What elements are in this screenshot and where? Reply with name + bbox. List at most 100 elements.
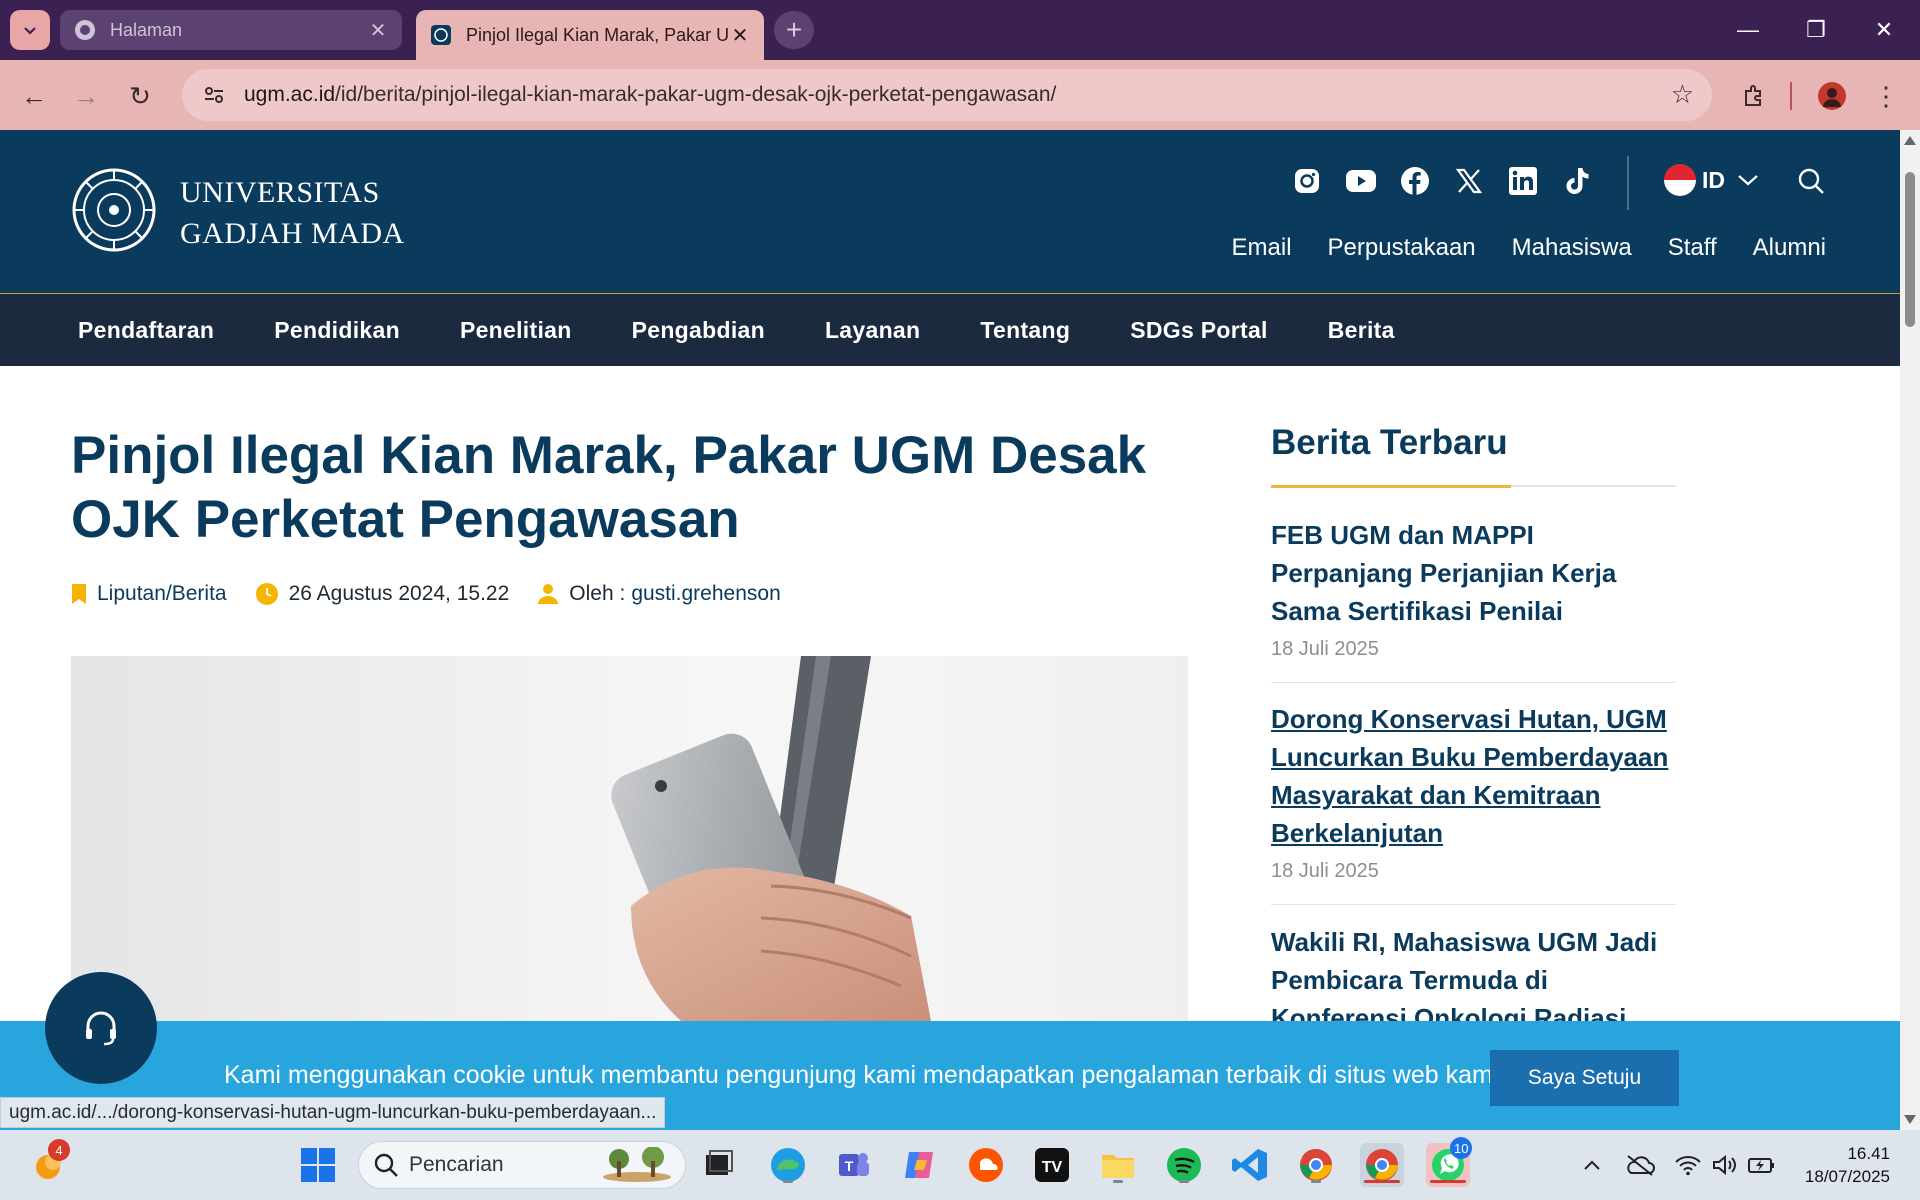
sidebar-title-rule	[1271, 485, 1676, 488]
windows-start-icon[interactable]	[296, 1143, 340, 1187]
teams-icon[interactable]: T	[832, 1143, 876, 1187]
spotify-icon[interactable]	[1162, 1143, 1206, 1187]
chevron-down-icon	[1738, 175, 1758, 186]
scroll-up-arrow-icon[interactable]	[1904, 136, 1916, 145]
extensions-icon[interactable]	[1734, 76, 1774, 116]
article-category[interactable]: Liputan/Berita	[71, 582, 227, 606]
tab-title: Halaman	[110, 19, 183, 40]
close-icon[interactable]: ✕	[368, 18, 388, 43]
author-link[interactable]: gusti.grehenson	[631, 582, 780, 606]
clock-date: 18/07/2025	[1804, 1167, 1890, 1186]
nav-sdgs-portal[interactable]: SDGs Portal	[1130, 317, 1268, 344]
youtube-icon[interactable]	[1344, 164, 1378, 198]
nav-layanan[interactable]: Layanan	[825, 317, 920, 344]
bookmark-star-icon[interactable]: ☆	[1671, 79, 1694, 110]
quicklink-mahasiswa[interactable]: Mahasiswa	[1512, 234, 1632, 262]
news-date: 18 Juli 2025	[1271, 860, 1379, 882]
nav-berita[interactable]: Berita	[1328, 317, 1395, 344]
quicklink-perpustakaan[interactable]: Perpustakaan	[1328, 234, 1476, 262]
tiktok-icon[interactable]	[1560, 164, 1594, 198]
cookie-accept-button[interactable]: Saya Setuju	[1490, 1050, 1679, 1106]
svg-text:TV: TV	[1042, 1159, 1063, 1176]
header-divider	[1627, 156, 1629, 210]
nav-penelitian[interactable]: Penelitian	[460, 317, 572, 344]
reload-button[interactable]: ↻	[120, 76, 160, 116]
quicklink-email[interactable]: Email	[1232, 234, 1292, 262]
instagram-icon[interactable]	[1290, 164, 1324, 198]
x-icon[interactable]	[1452, 164, 1486, 198]
system-clock[interactable]: 16.41 18/07/2025	[1805, 1142, 1890, 1188]
file-explorer-icon[interactable]	[1096, 1143, 1140, 1187]
tab-search-button[interactable]	[10, 10, 50, 50]
minimize-button[interactable]: —	[1720, 10, 1776, 50]
new-tab-button[interactable]: +	[774, 11, 814, 49]
article-date: 26 Agustus 2024, 15.22	[255, 582, 509, 606]
ugm-favicon-icon	[431, 25, 451, 45]
chrome-active-icon[interactable]	[1360, 1143, 1404, 1187]
vscode-icon[interactable]	[1228, 1143, 1272, 1187]
nav-tentang[interactable]: Tentang	[980, 317, 1070, 344]
scroll-thumb[interactable]	[1905, 172, 1915, 327]
whatsapp-icon[interactable]: 10	[1426, 1137, 1473, 1187]
hand-holding-phone-image	[71, 656, 1188, 1021]
tab-halaman[interactable]: Halaman ✕	[60, 10, 402, 50]
browser-toolbar: ← → ↻ ugm.ac.id/id/berita/pinjol-ilegal-…	[0, 60, 1920, 130]
news-divider	[1271, 682, 1676, 683]
tradingview-icon[interactable]: TV	[1030, 1143, 1074, 1187]
logo-line-2: GADJAH MADA	[180, 217, 405, 250]
page-scrollbar[interactable]	[1900, 130, 1920, 1130]
back-button[interactable]: ←	[14, 76, 54, 116]
taskbar-search[interactable]: Pencarian	[358, 1141, 686, 1189]
chevron-down-icon	[24, 27, 36, 35]
site-logo-text[interactable]: UNIVERSITAS GADJAH MADA	[180, 172, 405, 254]
support-chat-button[interactable]	[45, 972, 157, 1084]
quicklink-staff[interactable]: Staff	[1668, 234, 1717, 262]
site-header: UNIVERSITAS GADJAH MADA ID Email Perpust…	[0, 130, 1900, 293]
news-title[interactable]: Wakili RI, Mahasiswa UGM Jadi Pembicara …	[1271, 923, 1676, 1037]
news-title[interactable]: FEB UGM dan MAPPI Perpanjang Perjanjian …	[1271, 516, 1676, 630]
soundcloud-icon[interactable]	[964, 1143, 1008, 1187]
news-title[interactable]: Dorong Konservasi Hutan, UGM Luncurkan B…	[1271, 700, 1676, 852]
list-item[interactable]: Dorong Konservasi Hutan, UGM Luncurkan B…	[1271, 700, 1676, 883]
list-item[interactable]: Wakili RI, Mahasiswa UGM Jadi Pembicara …	[1271, 923, 1676, 1037]
news-divider	[1271, 904, 1676, 905]
facebook-icon[interactable]	[1398, 164, 1432, 198]
nav-pengabdian[interactable]: Pengabdian	[632, 317, 765, 344]
ugm-emblem-icon[interactable]	[70, 166, 158, 254]
article-author: Oleh : gusti.grehenson	[537, 582, 781, 606]
edge-icon[interactable]	[766, 1143, 810, 1187]
tab-title: Pinjol Ilegal Kian Marak, Pakar UGM Desa…	[466, 24, 730, 45]
battery-charging-icon[interactable]	[1740, 1143, 1784, 1187]
main-navigation: Pendaftaran Pendidikan Penelitian Pengab…	[0, 293, 1900, 366]
linkedin-icon[interactable]	[1506, 164, 1540, 198]
list-item[interactable]: FEB UGM dan MAPPI Perpanjang Perjanjian …	[1271, 516, 1676, 661]
weather-icon[interactable]: 4	[28, 1139, 72, 1187]
quicklink-alumni[interactable]: Alumni	[1753, 234, 1826, 262]
nav-pendaftaran[interactable]: Pendaftaran	[78, 317, 214, 344]
onedrive-offline-icon[interactable]	[1618, 1143, 1662, 1187]
show-hidden-icons-chevron-icon[interactable]	[1570, 1143, 1614, 1187]
restore-button[interactable]: ❐	[1788, 10, 1844, 50]
site-info-icon[interactable]	[194, 83, 234, 107]
address-bar[interactable]: ugm.ac.id/id/berita/pinjol-ilegal-kian-m…	[182, 69, 1712, 121]
search-icon[interactable]	[1796, 166, 1826, 201]
profile-avatar[interactable]	[1812, 76, 1852, 116]
browser-menu-icon[interactable]: ⋮	[1866, 76, 1906, 116]
close-icon[interactable]: ✕	[730, 23, 750, 48]
sidebar-title: Berita Terbaru	[1271, 423, 1508, 462]
close-window-button[interactable]: ✕	[1856, 10, 1912, 50]
category-link[interactable]: Liputan/Berita	[97, 582, 227, 606]
chrome-profile-icon[interactable]	[1294, 1143, 1338, 1187]
copilot-icon[interactable]	[898, 1143, 942, 1187]
user-icon	[538, 584, 559, 604]
language-selector[interactable]: ID	[1664, 164, 1761, 196]
task-view-icon[interactable]	[696, 1143, 740, 1187]
forward-button[interactable]: →	[66, 76, 106, 116]
nav-pendidikan[interactable]: Pendidikan	[274, 317, 400, 344]
headset-icon	[86, 1011, 116, 1046]
scroll-down-arrow-icon[interactable]	[1904, 1115, 1916, 1124]
article-hero-image	[71, 656, 1188, 1021]
quicklinks: Email Perpustakaan Mahasiswa Staff Alumn…	[1196, 234, 1826, 262]
browser-titlebar: Halaman ✕ Pinjol Ilegal Kian Marak, Paka…	[0, 0, 1920, 60]
tab-article[interactable]: Pinjol Ilegal Kian Marak, Pakar UGM Desa…	[416, 10, 764, 60]
